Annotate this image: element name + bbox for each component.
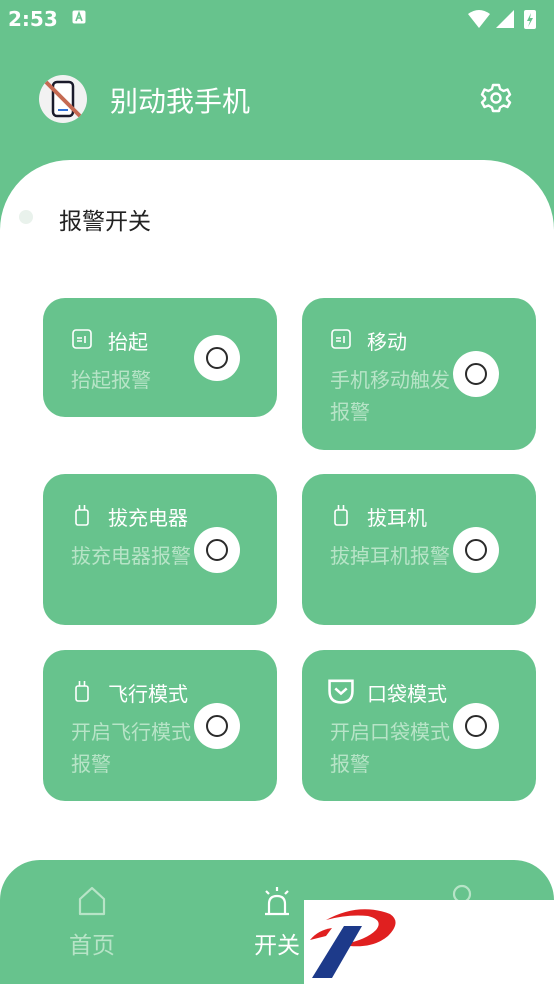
card-description: 拔充电器报警 (71, 544, 191, 568)
home-icon (78, 886, 106, 916)
card-description: 开启口袋模式报警 (330, 720, 450, 776)
watermark-logo (304, 900, 554, 984)
card-title: 拔耳机 (367, 506, 427, 530)
card-lift[interactable]: 抬起 抬起报警 (43, 298, 277, 417)
wifi-icon (468, 10, 490, 28)
lift-toggle[interactable] (194, 335, 240, 381)
p-logo-icon (310, 909, 396, 978)
card-title: 飞行模式 (108, 682, 188, 706)
card-description: 手机移动触发报警 (330, 368, 450, 424)
app-logo (39, 75, 87, 123)
card-unplug-charger[interactable]: 拔充电器 拔充电器报警 (43, 474, 277, 625)
move-toggle[interactable] (453, 351, 499, 397)
alarm-light-icon (265, 887, 289, 916)
nav-label: 首页 (69, 933, 115, 959)
card-description: 拔掉耳机报警 (330, 544, 450, 568)
section-dot (19, 210, 33, 224)
card-title: 抬起 (108, 330, 148, 354)
plug-icon (75, 505, 89, 526)
headphones-toggle[interactable] (453, 527, 499, 573)
status-bar: 2:53 (0, 0, 554, 40)
settings-button[interactable] (478, 80, 514, 116)
plug-icon (334, 505, 348, 526)
gear-icon (480, 83, 512, 113)
notification-a-icon (72, 10, 86, 24)
card-unplug-headphones[interactable]: 拔耳机 拔掉耳机报警 (302, 474, 536, 625)
status-time: 2:53 (8, 7, 58, 31)
charger-toggle[interactable] (194, 527, 240, 573)
section-title: 报警开关 (59, 209, 151, 235)
status-icons (468, 10, 536, 29)
no-phone-icon (42, 78, 84, 120)
airplane-toggle[interactable] (194, 703, 240, 749)
card-title: 拔充电器 (108, 506, 188, 530)
card-title: 口袋模式 (367, 682, 447, 706)
note-icon (331, 329, 351, 349)
pocket-toggle[interactable] (453, 703, 499, 749)
card-airplane-mode[interactable]: 飞行模式 开启飞行模式报警 (43, 650, 277, 801)
page-title: 别动我手机 (110, 85, 251, 118)
card-description: 开启飞行模式报警 (71, 720, 191, 776)
card-description: 抬起报警 (71, 368, 151, 392)
card-title: 移动 (367, 330, 407, 354)
note-icon (72, 329, 92, 349)
plug-icon (75, 681, 89, 702)
card-pocket-mode[interactable]: 口袋模式 开启口袋模式报警 (302, 650, 536, 801)
pocket-icon (328, 679, 354, 704)
signal-icon (496, 10, 514, 28)
card-move[interactable]: 移动 手机移动触发报警 (302, 298, 536, 450)
nav-item-home[interactable]: 首页 (52, 884, 132, 960)
